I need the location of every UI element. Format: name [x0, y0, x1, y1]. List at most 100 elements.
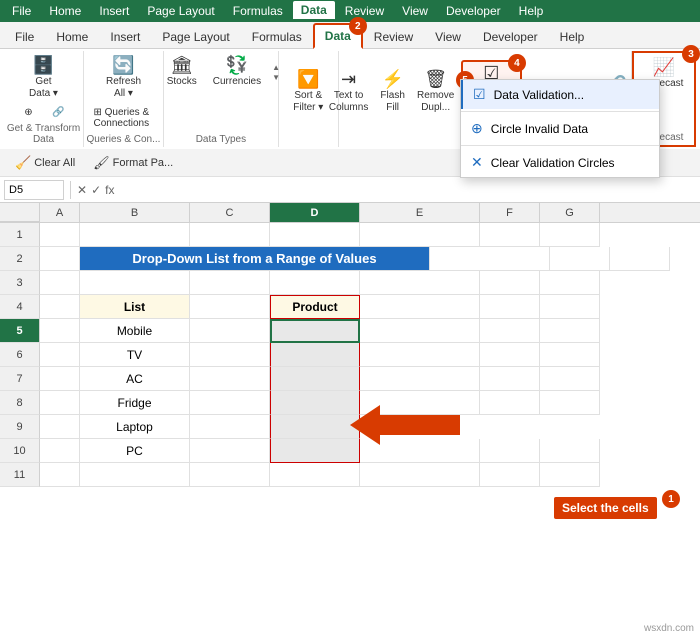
cell-e2[interactable] [430, 247, 550, 271]
menu-help[interactable]: Help [511, 2, 552, 20]
cell-f5[interactable] [480, 319, 540, 343]
cell-b5[interactable]: Mobile [80, 319, 190, 343]
cell-d1[interactable] [270, 223, 360, 247]
menu-developer[interactable]: Developer [438, 2, 509, 20]
cell-c7[interactable] [190, 367, 270, 391]
recent-sources-button[interactable]: ⊕ [15, 105, 43, 120]
tab-view[interactable]: View [424, 25, 472, 48]
cell-a2[interactable] [40, 247, 80, 271]
cell-c4[interactable] [190, 295, 270, 319]
cell-e3[interactable] [360, 271, 480, 295]
menu-insert[interactable]: Insert [91, 2, 137, 20]
cell-g4[interactable] [540, 295, 600, 319]
cell-g10[interactable] [540, 439, 600, 463]
cell-e6[interactable] [360, 343, 480, 367]
cell-e4[interactable] [360, 295, 480, 319]
cell-d3[interactable] [270, 271, 360, 295]
cell-f10[interactable] [480, 439, 540, 463]
tab-home[interactable]: Home [45, 25, 99, 48]
cell-d7[interactable] [270, 367, 360, 391]
cell-b8[interactable]: Fridge [80, 391, 190, 415]
cell-c10[interactable] [190, 439, 270, 463]
cell-f3[interactable] [480, 271, 540, 295]
existing-connections-button[interactable]: 🔗 [45, 105, 73, 120]
menu-file[interactable]: File [4, 2, 39, 20]
cell-f4[interactable] [480, 295, 540, 319]
cell-b1[interactable] [80, 223, 190, 247]
tab-insert[interactable]: Insert [99, 25, 151, 48]
cell-d10[interactable] [270, 439, 360, 463]
cell-c9[interactable] [190, 415, 270, 439]
queries-connections-button[interactable]: ⊞ Queries & Connections [90, 105, 158, 131]
cell-c1[interactable] [190, 223, 270, 247]
tab-developer[interactable]: Developer [472, 25, 549, 48]
cell-c6[interactable] [190, 343, 270, 367]
cell-g1[interactable] [540, 223, 600, 247]
tab-page-layout[interactable]: Page Layout [151, 25, 240, 48]
currencies-button[interactable]: 💱 Currencies [208, 53, 266, 91]
cell-c5[interactable] [190, 319, 270, 343]
cell-d9[interactable] [270, 415, 360, 439]
tab-help[interactable]: Help [549, 25, 596, 48]
menu-data[interactable]: Data [293, 1, 335, 21]
cell-a10[interactable] [40, 439, 80, 463]
menu-formulas[interactable]: Formulas [225, 2, 291, 20]
cell-d5[interactable] [270, 319, 360, 343]
refresh-all-button[interactable]: 🔄 RefreshAll ▾ [90, 53, 158, 103]
confirm-formula-icon[interactable]: ✓ [91, 183, 101, 197]
cell-c8[interactable] [190, 391, 270, 415]
cell-g11[interactable] [540, 463, 600, 487]
cell-e5[interactable] [360, 319, 480, 343]
menu-review[interactable]: Review [337, 2, 392, 20]
cell-d8[interactable] [270, 391, 360, 415]
cell-a1[interactable] [40, 223, 80, 247]
dropdown-item-data-validation[interactable]: ☑ Data Validation... [461, 80, 659, 109]
menu-view[interactable]: View [394, 2, 436, 20]
cell-f7[interactable] [480, 367, 540, 391]
cell-a5[interactable] [40, 319, 80, 343]
cell-a7[interactable] [40, 367, 80, 391]
cell-d11[interactable] [270, 463, 360, 487]
tab-file[interactable]: File [4, 25, 45, 48]
cell-reference-input[interactable] [4, 180, 64, 200]
sort-filter-button[interactable]: 🔽 Sort &Filter ▾ [288, 67, 328, 117]
text-to-columns-button[interactable]: ⇥ Text toColumns [325, 67, 373, 117]
cell-a3[interactable] [40, 271, 80, 295]
tab-review[interactable]: Review [363, 25, 424, 48]
cell-e7[interactable] [360, 367, 480, 391]
cell-c11[interactable] [190, 463, 270, 487]
cell-a8[interactable] [40, 391, 80, 415]
dropdown-item-circle-invalid[interactable]: ⊕ Circle Invalid Data [461, 114, 659, 143]
cell-f11[interactable] [480, 463, 540, 487]
cell-g7[interactable] [540, 367, 600, 391]
clear-all-button[interactable]: 🧹 Clear All [8, 152, 82, 174]
cell-b6[interactable]: TV [80, 343, 190, 367]
cell-g2[interactable] [610, 247, 670, 271]
tab-data[interactable]: Data 2 [313, 23, 363, 49]
cell-b10[interactable]: PC [80, 439, 190, 463]
cell-f2[interactable] [550, 247, 610, 271]
cell-f6[interactable] [480, 343, 540, 367]
formula-input[interactable] [118, 181, 696, 199]
menu-home[interactable]: Home [41, 2, 89, 20]
remove-duplicates-button[interactable]: 🗑 RemoveDupl... [413, 67, 459, 117]
tab-formulas[interactable]: Formulas [241, 25, 313, 48]
cell-a11[interactable] [40, 463, 80, 487]
menu-page-layout[interactable]: Page Layout [139, 2, 222, 20]
cell-f1[interactable] [480, 223, 540, 247]
cell-b11[interactable] [80, 463, 190, 487]
stocks-button[interactable]: 🏛 Stocks [160, 53, 204, 91]
dropdown-item-clear-validation[interactable]: ✕ Clear Validation Circles [461, 148, 659, 177]
cell-d6[interactable] [270, 343, 360, 367]
cell-e1[interactable] [360, 223, 480, 247]
fx-icon[interactable]: fx [105, 183, 114, 197]
cell-a6[interactable] [40, 343, 80, 367]
cell-g8[interactable] [540, 391, 600, 415]
get-data-button[interactable]: 🗄️ GetData ▾ [9, 53, 79, 103]
cell-c3[interactable] [190, 271, 270, 295]
cell-b3[interactable] [80, 271, 190, 295]
cell-b9[interactable]: Laptop [80, 415, 190, 439]
cell-b7[interactable]: AC [80, 367, 190, 391]
flash-fill-button[interactable]: ⚡ FlashFill [375, 67, 411, 117]
cell-a9[interactable] [40, 415, 80, 439]
